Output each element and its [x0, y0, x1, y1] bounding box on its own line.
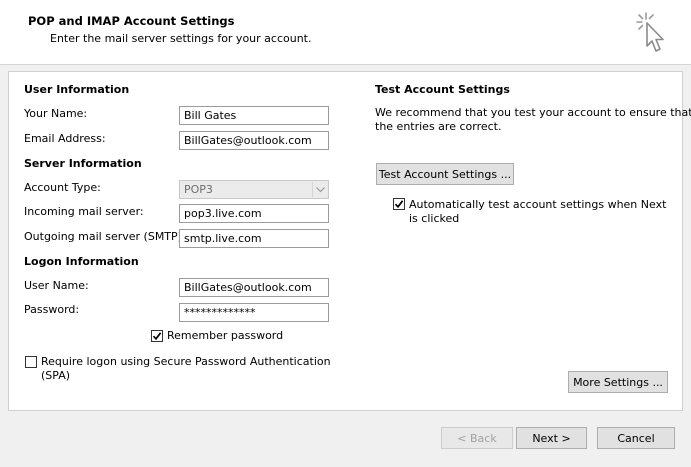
user-info-heading: User Information — [24, 83, 130, 96]
cancel-button[interactable]: Cancel — [597, 427, 675, 449]
chevron-down-icon — [312, 182, 327, 197]
back-button[interactable]: < Back — [441, 427, 513, 449]
user-name-field[interactable]: BillGates@outlook.com — [179, 278, 329, 297]
outgoing-server-label: Outgoing mail server (SMTP): — [24, 230, 186, 243]
logon-info-heading: Logon Information — [24, 255, 139, 268]
spa-checkbox[interactable] — [25, 356, 37, 368]
dialog-header: POP and IMAP Account Settings Enter the … — [0, 0, 691, 65]
dialog-subtitle: Enter the mail server settings for your … — [50, 32, 312, 45]
account-type-dropdown: POP3 — [179, 180, 329, 199]
auto-test-checkbox[interactable] — [393, 198, 405, 210]
server-info-heading: Server Information — [24, 157, 142, 170]
dialog-title: POP and IMAP Account Settings — [28, 14, 235, 28]
remember-password-label: Remember password — [167, 329, 284, 342]
incoming-server-field[interactable]: pop3.live.com — [179, 204, 329, 223]
settings-panel: User Information Your Name: Bill Gates E… — [8, 71, 691, 411]
checkmark-icon — [152, 332, 162, 341]
your-name-label: Your Name: — [24, 107, 88, 120]
your-name-field[interactable]: Bill Gates — [179, 106, 329, 125]
checkmark-icon — [394, 200, 404, 209]
spa-label-line1: Require logon using Secure Password Auth… — [41, 355, 331, 368]
auto-test-label-line1: Automatically test account settings when… — [409, 198, 667, 211]
outgoing-server-field[interactable]: smtp.live.com — [179, 229, 329, 248]
account-type-value: POP3 — [184, 183, 213, 196]
test-description-line1: We recommend that you test your account … — [375, 106, 691, 119]
test-settings-heading: Test Account Settings — [375, 83, 510, 96]
cursor-click-icon — [632, 10, 676, 60]
spa-label-line2: (SPA) — [41, 369, 71, 382]
more-settings-button[interactable]: More Settings ... — [568, 371, 668, 393]
incoming-server-label: Incoming mail server: — [24, 205, 144, 218]
account-type-label: Account Type: — [24, 181, 101, 194]
password-label: Password: — [24, 303, 80, 316]
email-address-field[interactable]: BillGates@outlook.com — [179, 131, 329, 150]
test-description-line2: the entries are correct. — [375, 120, 502, 133]
auto-test-label-line2: is clicked — [409, 212, 460, 225]
email-address-label: Email Address: — [24, 132, 106, 145]
password-field[interactable]: ************* — [179, 303, 329, 322]
user-name-label: User Name: — [24, 279, 89, 292]
remember-password-checkbox[interactable] — [151, 330, 163, 342]
test-account-settings-button[interactable]: Test Account Settings ... — [376, 163, 514, 185]
next-button[interactable]: Next > — [516, 427, 587, 449]
